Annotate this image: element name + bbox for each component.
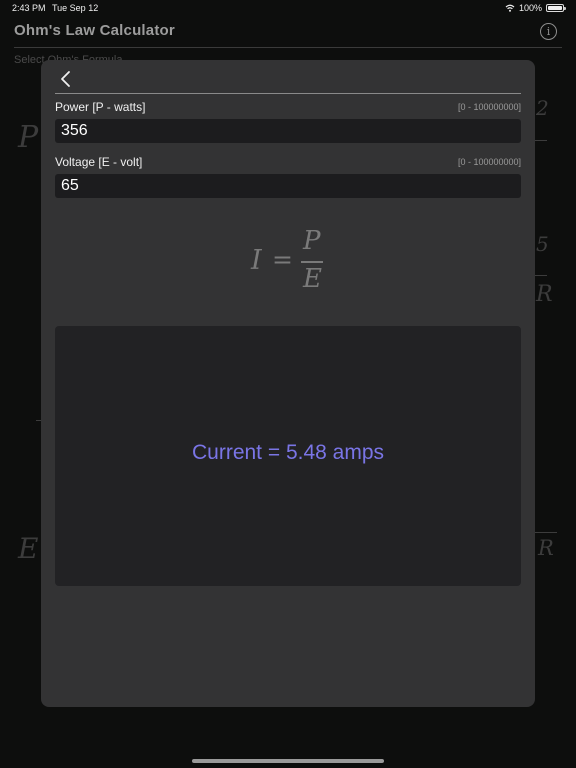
home-indicator[interactable] — [192, 759, 384, 763]
app-title: Ohm's Law Calculator — [14, 22, 175, 39]
bg-fraction-bar — [535, 140, 547, 141]
bg-formula-glyph-two: 2 — [536, 96, 549, 120]
formula-denominator: E — [303, 264, 322, 294]
voltage-input[interactable] — [55, 174, 521, 198]
result-panel: Current = 5.48 amps — [55, 326, 521, 586]
formula-display: I = P E — [41, 226, 535, 298]
bg-formula-glyph-r1: R — [536, 282, 553, 307]
modal-divider — [55, 93, 521, 94]
voltage-field-range: [0 - 100000000] — [457, 157, 521, 167]
chevron-left-icon[interactable] — [55, 68, 77, 90]
power-field-range: [0 - 100000000] — [457, 102, 521, 112]
bg-fraction-bar — [535, 532, 557, 533]
info-icon[interactable]: i — [540, 23, 557, 40]
formula-fraction-bar — [301, 261, 323, 263]
bg-formula-glyph-p: P — [18, 120, 39, 155]
formula-equals: = — [272, 245, 293, 274]
calculator-modal: Power [P - watts] [0 - 100000000] Voltag… — [41, 60, 535, 707]
bg-fraction-bar — [535, 275, 547, 276]
power-field-label: Power [P - watts] — [55, 100, 146, 114]
bg-formula-glyph-r2: R — [538, 536, 554, 560]
formula-lhs: I — [251, 245, 262, 276]
screen: 2:43 PM Tue Sep 12 100% Ohm's Law Calcul… — [0, 0, 576, 768]
formula-numerator: P — [303, 226, 321, 256]
result-text: Current = 5.48 amps — [191, 441, 384, 464]
voltage-field-label: Voltage [E - volt] — [55, 155, 143, 169]
header-divider — [14, 47, 562, 48]
bg-formula-glyph-five: 5 — [536, 232, 549, 256]
bg-formula-glyph-e: E — [18, 532, 39, 565]
power-input[interactable] — [55, 119, 521, 143]
